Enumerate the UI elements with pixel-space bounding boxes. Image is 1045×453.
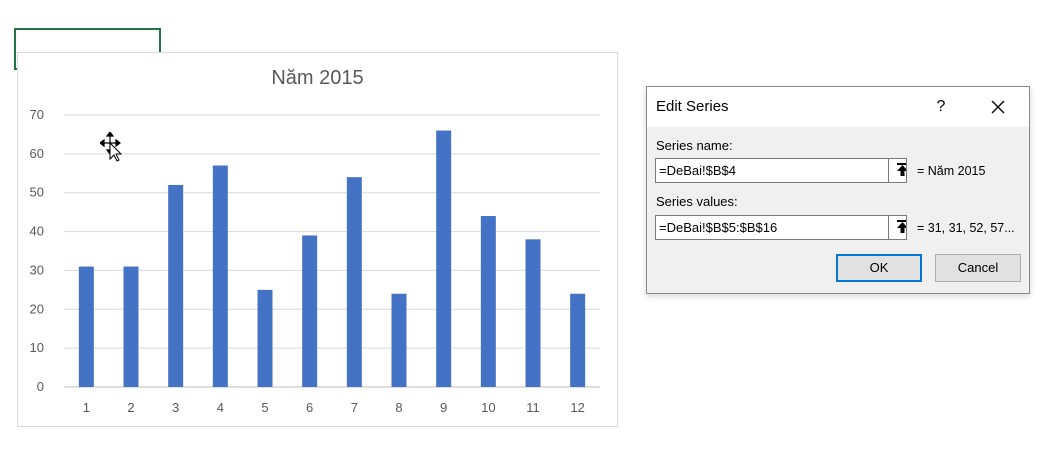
x-tick-label: 7	[351, 400, 358, 415]
bar[interactable]	[346, 177, 362, 387]
bar[interactable]	[257, 289, 273, 387]
bar-chart[interactable]: 0102030405060701 2 3 4 5 6 7 8 9 10 11 12	[18, 53, 619, 428]
series-values-collapse-button[interactable]	[888, 216, 906, 239]
x-tick-label: 3	[172, 400, 179, 415]
help-button[interactable]: ?	[929, 95, 953, 119]
series-name-value: =DeBai!$B$4	[659, 163, 736, 178]
bar[interactable]	[123, 266, 139, 387]
series-values-value: =DeBai!$B$5:$B$16	[659, 220, 778, 235]
dialog-titlebar[interactable]: Edit Series ?	[647, 87, 1029, 127]
bar[interactable]	[480, 216, 496, 387]
x-tick-label: 1	[83, 400, 90, 415]
cancel-button[interactable]: Cancel	[935, 254, 1021, 282]
close-icon	[991, 100, 1005, 114]
y-tick-label: 20	[30, 301, 44, 316]
collapse-dialog-icon	[897, 163, 906, 176]
series-values-label: Series values:	[656, 194, 738, 209]
x-tick-label: 12	[570, 400, 584, 415]
y-tick-label: 30	[30, 262, 44, 277]
x-tick-label: 11	[526, 400, 540, 415]
bar[interactable]	[570, 293, 586, 387]
x-tick-label: 2	[127, 400, 134, 415]
series-values-preview: = 31, 31, 52, 57...	[917, 221, 1015, 235]
x-tick-label: 4	[217, 400, 224, 415]
y-tick-label: 50	[30, 185, 44, 200]
dialog-title: Edit Series	[656, 98, 729, 115]
series-name-label: Series name:	[656, 138, 733, 153]
series-name-field[interactable]: =DeBai!$B$4	[655, 158, 907, 183]
excel-worksheet: 0 10 20 30 40 50 60 70 1 2 3 4 5 6 7 8 9 10 11 12 Năm 2015 …	[0, 0, 1045, 453]
series-values-field[interactable]: =DeBai!$B$5:$B$16	[655, 215, 907, 240]
y-tick-label: 0	[37, 379, 44, 394]
x-tick-label: 6	[306, 400, 313, 415]
close-button[interactable]	[983, 93, 1013, 121]
edit-series-dialog: Edit Series ? Series name: =DeBai!$B$4 =…	[646, 86, 1030, 294]
bar[interactable]	[168, 184, 184, 387]
y-tick-label: 10	[30, 340, 44, 355]
move-cursor-icon	[100, 132, 123, 162]
x-tick-label: 5	[261, 400, 268, 415]
chart-title[interactable]: Năm 2015	[18, 67, 617, 90]
collapse-dialog-icon	[897, 220, 906, 233]
bar[interactable]	[78, 266, 94, 387]
chart-area[interactable]: 0 10 20 30 40 50 60 70 1 2 3 4 5 6 7 8 9 10 11 12 Năm 2015	[17, 52, 618, 427]
y-tick-label: 40	[30, 224, 44, 239]
y-tick-label: 60	[30, 146, 44, 161]
bar[interactable]	[212, 165, 228, 387]
ok-button[interactable]: OK	[836, 254, 922, 282]
x-tick-label: 9	[440, 400, 447, 415]
y-tick-label: 70	[30, 107, 44, 122]
bar[interactable]	[302, 235, 318, 387]
bar[interactable]	[525, 239, 541, 387]
bar[interactable]	[391, 293, 407, 387]
series-name-preview: = Năm 2015	[917, 164, 986, 178]
x-tick-label: 10	[481, 400, 495, 415]
x-tick-label: 8	[395, 400, 402, 415]
bar[interactable]	[436, 130, 452, 387]
series-name-collapse-button[interactable]	[888, 159, 906, 182]
